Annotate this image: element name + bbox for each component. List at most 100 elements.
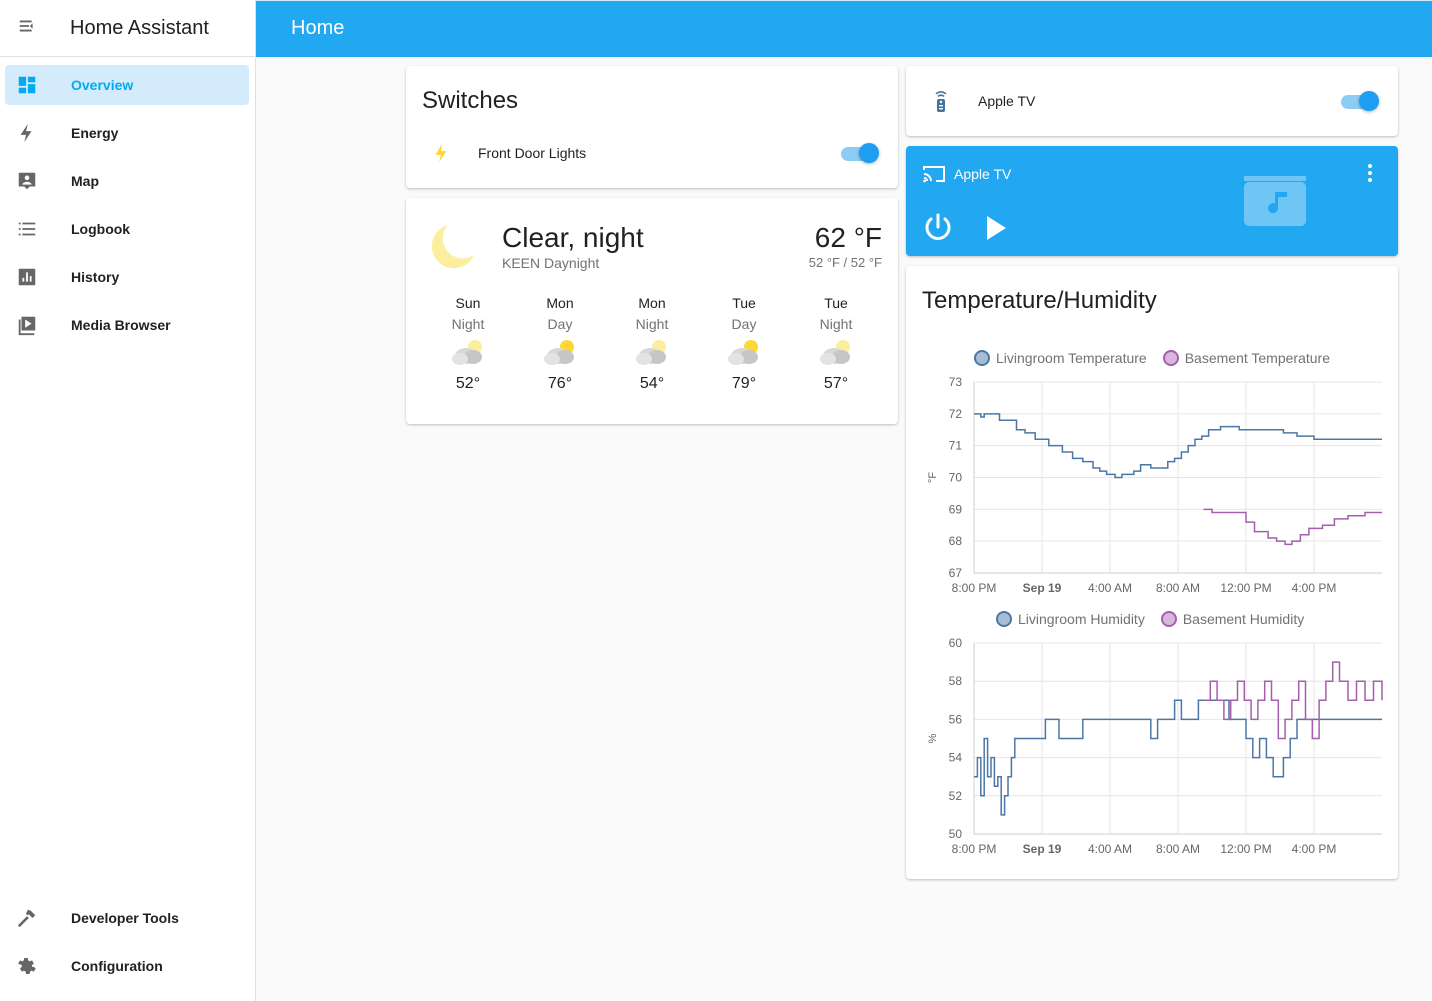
toggle-knob [859, 143, 879, 163]
forecast-temp: 76° [547, 375, 573, 392]
weather-station: KEEN Daynight [502, 255, 600, 271]
forecast-time: Day [547, 316, 573, 332]
legend-item[interactable]: Livingroom Humidity [996, 611, 1145, 627]
temperature-chart: 73 72 71 70 69 68 678:00 PM Sep 19 4:00 AM 8:00 A… [927, 375, 1382, 595]
y-tick-label: 73 [949, 375, 963, 389]
x-tick-label: Sep 19 [1023, 581, 1062, 595]
temperature-legend: Livingroom Temperature Basement Temperat… [974, 350, 1346, 366]
partly-cloudy-night-icon [612, 338, 692, 366]
gear-icon [5, 955, 49, 977]
legend-item[interactable]: Basement Temperature [1162, 350, 1330, 366]
humidity-chart: 60 58 56 54 52 508:00 PM Sep 19 4:00 AM 8:00 AM 1… [927, 636, 1383, 856]
power-button[interactable] [922, 212, 954, 249]
page-title: Home [291, 17, 345, 39]
series-line [1203, 508, 1382, 546]
sidebar-item-energy[interactable]: Energy [5, 113, 249, 153]
map-account-icon [5, 170, 49, 192]
x-tick-label: 8:00 PM [952, 581, 997, 595]
legend-label: Livingroom Temperature [996, 350, 1147, 366]
sidebar-item-overview[interactable]: Overview [5, 65, 249, 105]
forecast-temp: 54° [639, 375, 665, 392]
forecast-temp: 79° [731, 375, 757, 392]
menu-icon [17, 15, 39, 42]
x-tick-label: 12:00 PM [1220, 842, 1271, 856]
lightning-icon [430, 142, 452, 169]
forecast-day: Tue [824, 295, 848, 311]
forecast-item: Mon Night 54° [612, 295, 692, 393]
sidebar-item-label: Logbook [71, 221, 131, 237]
sidebar-item-configuration[interactable]: Configuration [5, 946, 249, 986]
entity-name: Front Door Lights [478, 145, 587, 161]
partly-cloudy-day-icon [704, 338, 784, 366]
dashboard-icon [5, 74, 49, 96]
x-tick-label: 4:00 PM [1292, 842, 1337, 856]
y-tick-label: 50 [949, 827, 963, 841]
legend-swatch [1162, 350, 1179, 366]
legend-label: Basement Temperature [1184, 350, 1330, 366]
sidebar-item-logbook[interactable]: Logbook [5, 209, 249, 249]
y-tick-label: 68 [949, 534, 963, 548]
card-title: Switches [422, 87, 519, 114]
y-tick-label: 60 [949, 636, 963, 650]
partly-cloudy-day-icon [520, 338, 600, 366]
sidebar-header: Home Assistant [0, 0, 255, 57]
legend-swatch [996, 611, 1012, 627]
weather-card[interactable]: Clear, night KEEN Daynight 62 °F 52 °F /… [406, 198, 898, 424]
legend-swatch [1160, 611, 1177, 627]
legend-item[interactable]: Basement Humidity [1160, 611, 1305, 627]
sidebar-item-label: Media Browser [71, 317, 171, 333]
legend-label: Basement Humidity [1182, 611, 1305, 627]
play-button[interactable] [984, 214, 1008, 247]
legend-item[interactable]: Livingroom Temperature [974, 350, 1147, 366]
card-title: Temperature/Humidity [922, 287, 1157, 314]
y-tick-label: 67 [949, 566, 963, 580]
sidebar-item-label: Overview [71, 77, 134, 93]
menu-toggle-button[interactable] [0, 0, 56, 56]
sidebar-item-media-browser[interactable]: Media Browser [5, 305, 249, 345]
weather-condition: Clear, night [502, 222, 644, 253]
media-play-icon [5, 314, 49, 336]
y-axis-label: °F [927, 472, 939, 483]
forecast-time: Night [635, 316, 669, 332]
app-title: Home Assistant [70, 16, 209, 39]
y-tick-label: 56 [949, 712, 963, 726]
sidebar-item-map[interactable]: Map [5, 161, 249, 201]
forecast-temp: 52° [455, 375, 481, 392]
apple-tv-toggle[interactable] [1341, 90, 1379, 112]
x-tick-label: 8:00 PM [952, 842, 997, 856]
y-axis-label: % [927, 733, 939, 743]
logbook-list-icon [5, 218, 49, 240]
front-door-lights-toggle[interactable] [841, 142, 879, 164]
sidebar-item-label: Map [71, 173, 99, 189]
entity-name: Apple TV [978, 93, 1036, 109]
moon-icon [426, 221, 478, 278]
sidebar-item-label: History [71, 269, 120, 285]
forecast-day: Mon [546, 295, 574, 311]
sidebar-item-developer-tools[interactable]: Developer Tools [5, 898, 249, 938]
more-vert-icon[interactable] [1362, 162, 1378, 189]
toggle-knob [1359, 91, 1379, 111]
x-tick-label: 4:00 AM [1088, 581, 1132, 595]
apple-tv-entity-card: Apple TV [906, 66, 1398, 136]
partly-cloudy-night-icon [428, 338, 508, 366]
weather-hilo: 52 °F / 52 °F [808, 255, 882, 270]
media-player-name: Apple TV [954, 166, 1012, 182]
sidebar: Home Assistant Overview Energy Map Logbo… [0, 0, 256, 1001]
series-line [1203, 661, 1383, 740]
sidebar-item-history[interactable]: History [5, 257, 249, 297]
forecast-time: Night [451, 316, 485, 332]
y-tick-label: 72 [949, 407, 963, 421]
forecast-day: Sun [455, 295, 481, 311]
sidebar-item-label: Energy [71, 125, 119, 141]
y-tick-label: 69 [949, 502, 963, 516]
humidity-legend: Livingroom Humidity Basement Humidity [996, 611, 1320, 627]
y-tick-label: 52 [949, 789, 963, 803]
forecast-day: Mon [638, 295, 666, 311]
cast-icon [922, 164, 946, 189]
x-tick-label: 8:00 AM [1156, 581, 1200, 595]
x-tick-label: Sep 19 [1023, 842, 1062, 856]
sidebar-item-label: Developer Tools [71, 910, 179, 926]
y-tick-label: 58 [949, 674, 963, 688]
forecast-item: Sun Night 52° [428, 295, 508, 393]
x-tick-label: 4:00 AM [1088, 842, 1132, 856]
